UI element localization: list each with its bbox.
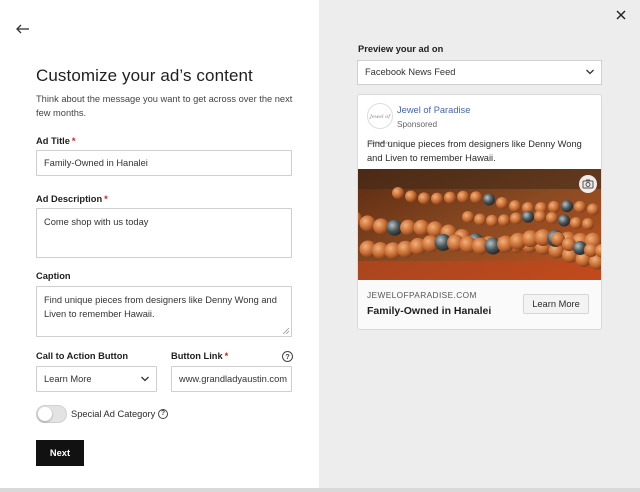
ad-image xyxy=(358,169,601,280)
button-link-label-text: Button Link xyxy=(171,351,223,361)
placement-value: Facebook News Feed xyxy=(365,67,456,77)
bead xyxy=(444,191,456,204)
bead xyxy=(359,215,376,232)
button-link-input[interactable]: www.grandladyaustin.com xyxy=(171,366,292,392)
required-marker: * xyxy=(104,194,108,204)
bead xyxy=(509,200,521,213)
bead xyxy=(405,190,417,203)
caption-label: Caption xyxy=(36,271,71,281)
bead xyxy=(418,192,430,205)
ad-body-text: Find unique pieces from designers like D… xyxy=(367,139,582,163)
ad-description-value: Come shop with us today xyxy=(44,217,149,227)
bead-bracelets-photo xyxy=(358,169,601,280)
bead xyxy=(470,191,482,204)
ad-title-label: Ad Title * xyxy=(36,136,76,146)
required-marker: * xyxy=(224,351,229,361)
ad-description-input[interactable]: Come shop with us today xyxy=(36,208,292,258)
ad-title-label-text: Ad Title xyxy=(36,136,70,146)
ad-headline: Family-Owned in Hanalei xyxy=(367,305,492,317)
bead xyxy=(483,193,495,206)
learn-more-button[interactable]: Learn More xyxy=(523,294,589,314)
bead xyxy=(413,219,430,236)
page-title: Customize your ad’s content xyxy=(36,66,253,85)
close-icon[interactable] xyxy=(614,8,628,22)
cta-button-label: Call to Action Button xyxy=(36,351,128,361)
bead xyxy=(498,214,510,227)
help-icon[interactable]: ? xyxy=(282,351,293,362)
cta-button-value: Learn More xyxy=(44,374,92,384)
bead xyxy=(558,214,570,227)
bead xyxy=(546,211,558,224)
bead xyxy=(570,216,582,229)
camera-icon[interactable] xyxy=(579,175,597,193)
bead xyxy=(486,214,498,227)
bead xyxy=(522,210,534,223)
bead xyxy=(510,212,522,225)
bead xyxy=(582,217,594,230)
ad-footer: JEWELOFPARADISE.COM Family-Owned in Hana… xyxy=(358,280,601,329)
ad-description-label-text: Ad Description xyxy=(36,194,103,204)
bottom-divider xyxy=(0,488,640,492)
bead xyxy=(457,190,469,203)
bead xyxy=(462,211,474,223)
ad-preview-card: Jewel of Paradise Jewel of Paradise Spon… xyxy=(357,94,602,330)
bead xyxy=(392,187,404,199)
ad-title-input[interactable]: Family-Owned in Hanalei xyxy=(36,150,292,176)
bead xyxy=(534,210,546,223)
bead xyxy=(574,200,586,213)
button-link-label: Button Link * xyxy=(171,351,228,361)
cta-button-select[interactable]: Learn More xyxy=(36,366,157,392)
bead xyxy=(587,203,599,216)
brand-avatar: Jewel of Paradise xyxy=(367,103,393,146)
bead xyxy=(431,192,443,205)
toggle-knob xyxy=(38,407,52,421)
next-button[interactable]: Next xyxy=(36,440,84,466)
page-subtitle: Think about the message you want to get … xyxy=(36,94,293,118)
help-icon[interactable]: ? xyxy=(158,409,168,419)
bead xyxy=(474,213,486,226)
special-ad-category-label: Special Ad Category xyxy=(71,409,156,419)
ad-domain: JEWELOFPARADISE.COM xyxy=(367,290,477,300)
caption-input[interactable]: Find unique pieces from designers like D… xyxy=(36,286,292,337)
bead xyxy=(561,200,573,213)
preview-label: Preview your ad on xyxy=(358,44,444,54)
bead xyxy=(496,196,508,209)
sponsored-label: Sponsored xyxy=(397,119,438,129)
back-arrow-icon[interactable] xyxy=(14,20,32,38)
cta-button-label-text: Call to Action Button xyxy=(36,351,129,361)
caption-label-text: Caption xyxy=(36,271,71,281)
bead xyxy=(548,200,560,213)
caption-value: Find unique pieces from designers like D… xyxy=(44,295,277,319)
ad-description-label: Ad Description * xyxy=(36,194,108,204)
special-ad-category-toggle[interactable] xyxy=(36,405,67,423)
chevron-down-icon xyxy=(141,376,149,382)
placement-select[interactable]: Facebook News Feed xyxy=(357,60,602,85)
resize-grip-icon[interactable] xyxy=(282,327,289,334)
chevron-down-icon xyxy=(586,69,594,75)
required-marker: * xyxy=(71,136,76,146)
brand-name[interactable]: Jewel of Paradise xyxy=(397,105,470,115)
